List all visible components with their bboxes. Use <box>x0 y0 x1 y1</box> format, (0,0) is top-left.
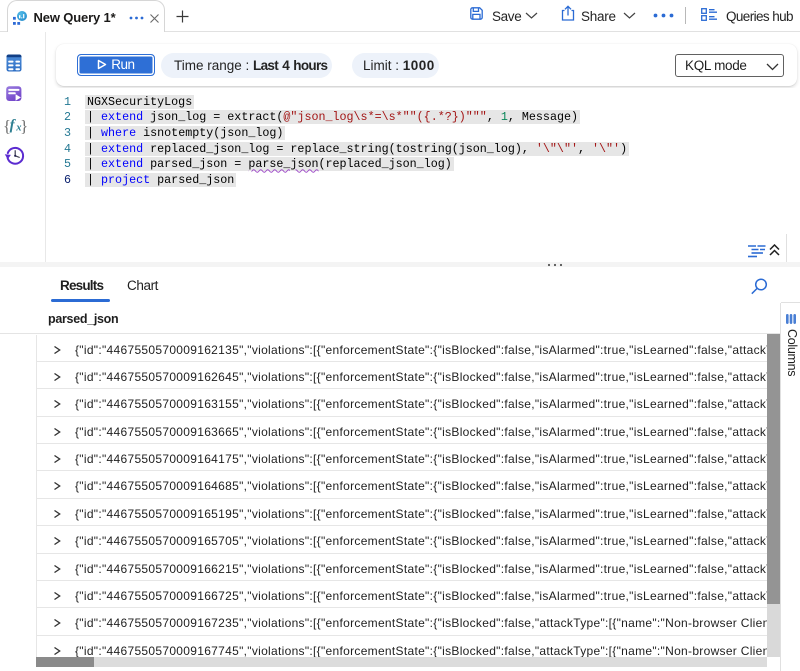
svg-text:x: x <box>15 123 21 134</box>
